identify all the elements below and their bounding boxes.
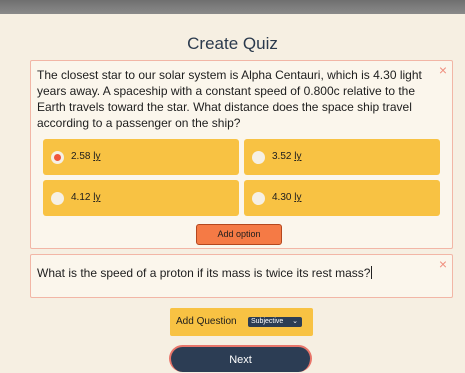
radio-icon[interactable] <box>252 192 265 205</box>
option-4[interactable]: 4.30 ly <box>244 180 440 216</box>
question-card-1: × The closest star to our solar system i… <box>30 60 453 249</box>
option-3[interactable]: 4.12 ly <box>43 180 239 216</box>
question-text[interactable]: What is the speed of a proton if its mas… <box>37 265 432 281</box>
option-1[interactable]: 2.58 ly <box>43 139 239 175</box>
radio-icon[interactable] <box>51 151 64 164</box>
close-icon[interactable]: × <box>439 63 447 77</box>
page-title: Create Quiz <box>187 34 278 53</box>
option-label[interactable]: 2.58 ly <box>71 151 100 162</box>
option-label[interactable]: 3.52 ly <box>272 151 301 162</box>
chevron-down-icon: ⌄ <box>292 318 298 325</box>
question-text[interactable]: The closest star to our solar system is … <box>37 67 432 131</box>
radio-icon[interactable] <box>51 192 64 205</box>
option-label[interactable]: 4.12 ly <box>71 192 100 203</box>
option-2[interactable]: 3.52 ly <box>244 139 440 175</box>
question-card-2: × What is the speed of a proton if its m… <box>30 254 453 298</box>
option-label[interactable]: 4.30 ly <box>272 192 301 203</box>
add-question-panel: Add Question Subjective ⌄ <box>170 308 313 336</box>
next-button[interactable]: Next <box>169 345 312 372</box>
text-cursor <box>371 266 373 279</box>
top-bar <box>0 0 465 14</box>
radio-icon[interactable] <box>252 151 265 164</box>
add-question-label[interactable]: Add Question <box>176 316 237 327</box>
add-option-button[interactable]: Add option <box>196 224 282 245</box>
question-type-select[interactable]: Subjective ⌄ <box>248 317 302 327</box>
close-icon[interactable]: × <box>439 257 447 271</box>
